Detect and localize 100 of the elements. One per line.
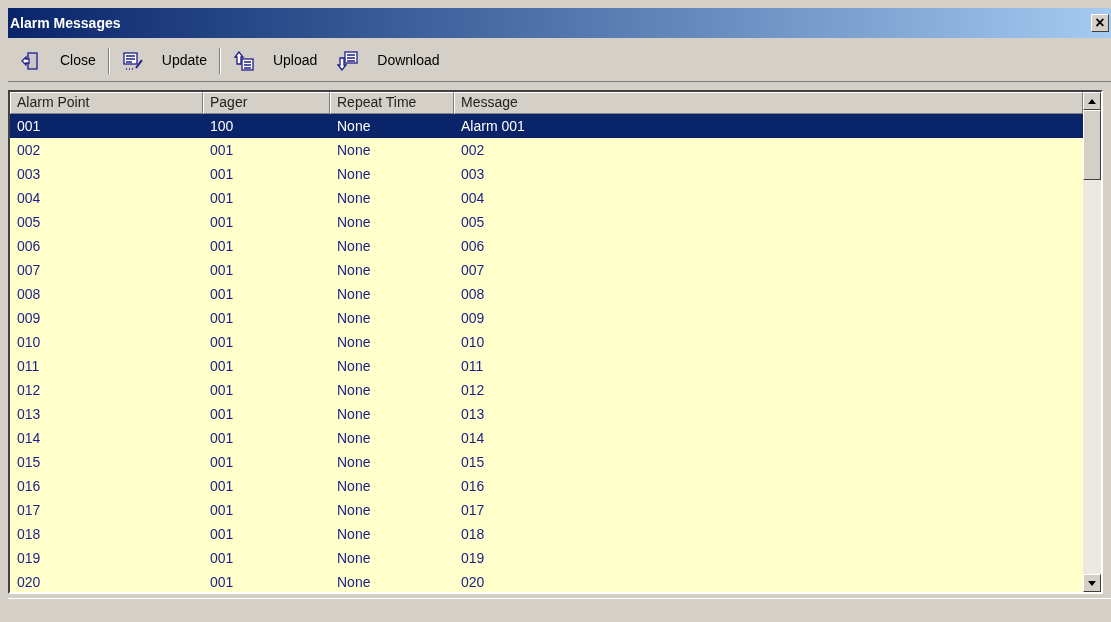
toolbar-button[interactable]: Update: [113, 45, 215, 76]
table-cell-text: 006: [460, 237, 486, 256]
table-cell-text: 001: [209, 309, 235, 328]
table-cell-text: 007: [460, 261, 486, 280]
table-cell-text: 001: [209, 213, 235, 232]
table-row[interactable]: 002 001 None 002: [10, 138, 1083, 162]
table-row[interactable]: 008 001 None 008: [10, 282, 1083, 306]
table-cell-text: 001: [209, 357, 235, 376]
table-row[interactable]: 019 001 None 019: [10, 546, 1083, 570]
table-cell-text: 001: [209, 549, 235, 568]
table-cell-text: 007: [16, 261, 42, 280]
download-icon: [337, 49, 360, 72]
table-cell-text: 010: [460, 333, 486, 352]
table-cell-text: None: [336, 141, 372, 160]
table-cell-text: 012: [16, 381, 42, 400]
table-cell-text: 001: [16, 117, 42, 136]
table-cell-text: None: [336, 165, 372, 184]
toolbar-button[interactable]: Download: [329, 45, 448, 76]
table-cell-text: 001: [209, 189, 235, 208]
table-cell-text: 015: [16, 453, 42, 472]
window-title: Alarm Messages: [10, 13, 121, 33]
table-row[interactable]: 001 100 None Alarm 001: [10, 114, 1083, 138]
table-row[interactable]: 020 001 None 020: [10, 570, 1083, 592]
scrollbar[interactable]: [1083, 92, 1101, 592]
table-cell-text: 015: [460, 453, 486, 472]
table-cell-text: 014: [460, 429, 486, 448]
table-cell-text: 010: [16, 333, 42, 352]
column-header[interactable]: Repeat Time: [330, 92, 454, 114]
table-cell-text: 001: [209, 501, 235, 520]
table-cell-text: 006: [16, 237, 42, 256]
table-row[interactable]: 015 001 None 015: [10, 450, 1083, 474]
column-header[interactable]: Message: [454, 92, 1083, 114]
table-cell-text: 020: [460, 573, 486, 592]
table-cell-text: None: [336, 357, 372, 376]
table-row[interactable]: 003 001 None 003: [10, 162, 1083, 186]
table-cell-text: 004: [16, 189, 42, 208]
table-row[interactable]: 017 001 None 017: [10, 498, 1083, 522]
close-button[interactable]: ×: [1091, 14, 1109, 32]
table-cell-text: 009: [16, 309, 42, 328]
table-row[interactable]: 011 001 None 011: [10, 354, 1083, 378]
table-row[interactable]: 018 001 None 018: [10, 522, 1083, 546]
table-cell-text: 001: [209, 261, 235, 280]
toolbar-button[interactable]: Close: [12, 45, 104, 76]
table-cell-text: 001: [209, 381, 235, 400]
table-row[interactable]: 007 001 None 007: [10, 258, 1083, 282]
table-cell-text: None: [336, 453, 372, 472]
table-cell-text: Alarm 001: [460, 117, 526, 136]
button-label: Close: [60, 51, 96, 70]
table-cell-text: None: [336, 285, 372, 304]
scroll-thumb[interactable]: [1083, 110, 1101, 180]
table-cell-text: 001: [209, 285, 235, 304]
upload-icon: [232, 49, 255, 72]
table-cell-text: 008: [16, 285, 42, 304]
scroll-up-button[interactable]: [1083, 92, 1101, 110]
table-cell-text: None: [336, 213, 372, 232]
table-cell-text: None: [336, 501, 372, 520]
table-row[interactable]: 013 001 None 013: [10, 402, 1083, 426]
table-cell-text: 020: [16, 573, 42, 592]
scroll-down-button[interactable]: [1083, 574, 1101, 592]
table-row[interactable]: 012 001 None 012: [10, 378, 1083, 402]
table-cell-text: 005: [460, 213, 486, 232]
table-row[interactable]: 016 001 None 016: [10, 474, 1083, 498]
table-cell-text: None: [336, 117, 372, 136]
table-cell-text: None: [336, 333, 372, 352]
table-cell-text: 003: [16, 165, 42, 184]
table-cell-text: None: [336, 381, 372, 400]
down-arrow-icon: [1088, 580, 1096, 586]
table-cell-text: 001: [209, 429, 235, 448]
button-label: Update: [161, 51, 207, 70]
table-cell-text: None: [336, 189, 372, 208]
table-cell-text: None: [336, 573, 372, 592]
column-header[interactable]: Alarm Point: [10, 92, 203, 114]
table-cell-text: 017: [460, 501, 486, 520]
table-row[interactable]: 004 001 None 004: [10, 186, 1083, 210]
table-cell-text: 001: [209, 525, 235, 544]
table-cell-text: None: [336, 309, 372, 328]
table-cell-text: 002: [460, 141, 486, 160]
table-row[interactable]: 014 001 None 014: [10, 426, 1083, 450]
table-row[interactable]: 009 001 None 009: [10, 306, 1083, 330]
table-cell-text: 001: [209, 237, 235, 256]
column-header[interactable]: Pager: [203, 92, 330, 114]
table-cell-text: None: [336, 477, 372, 496]
table-cell-text: 012: [460, 381, 486, 400]
table-row[interactable]: 010 001 None 010: [10, 330, 1083, 354]
table-cell-text: 001: [209, 165, 235, 184]
up-arrow-icon: [1088, 98, 1096, 104]
table-cell-text: 008: [460, 285, 486, 304]
table-cell-text: 001: [209, 141, 235, 160]
table-cell-text: 011: [16, 357, 41, 376]
toolbar-button[interactable]: Upload: [224, 45, 326, 76]
table-row[interactable]: 005 001 None 005: [10, 210, 1083, 234]
table-row[interactable]: 006 001 None 006: [10, 234, 1083, 258]
table-cell-text: 005: [16, 213, 42, 232]
table-cell-text: 018: [16, 525, 42, 544]
table-cell-text: 016: [460, 477, 486, 496]
table-cell-text: 001: [209, 453, 235, 472]
table-cell-text: 013: [16, 405, 42, 424]
table-cell-text: 019: [460, 549, 486, 568]
table-cell-text: 001: [209, 573, 235, 592]
table-cell-text: 004: [460, 189, 486, 208]
